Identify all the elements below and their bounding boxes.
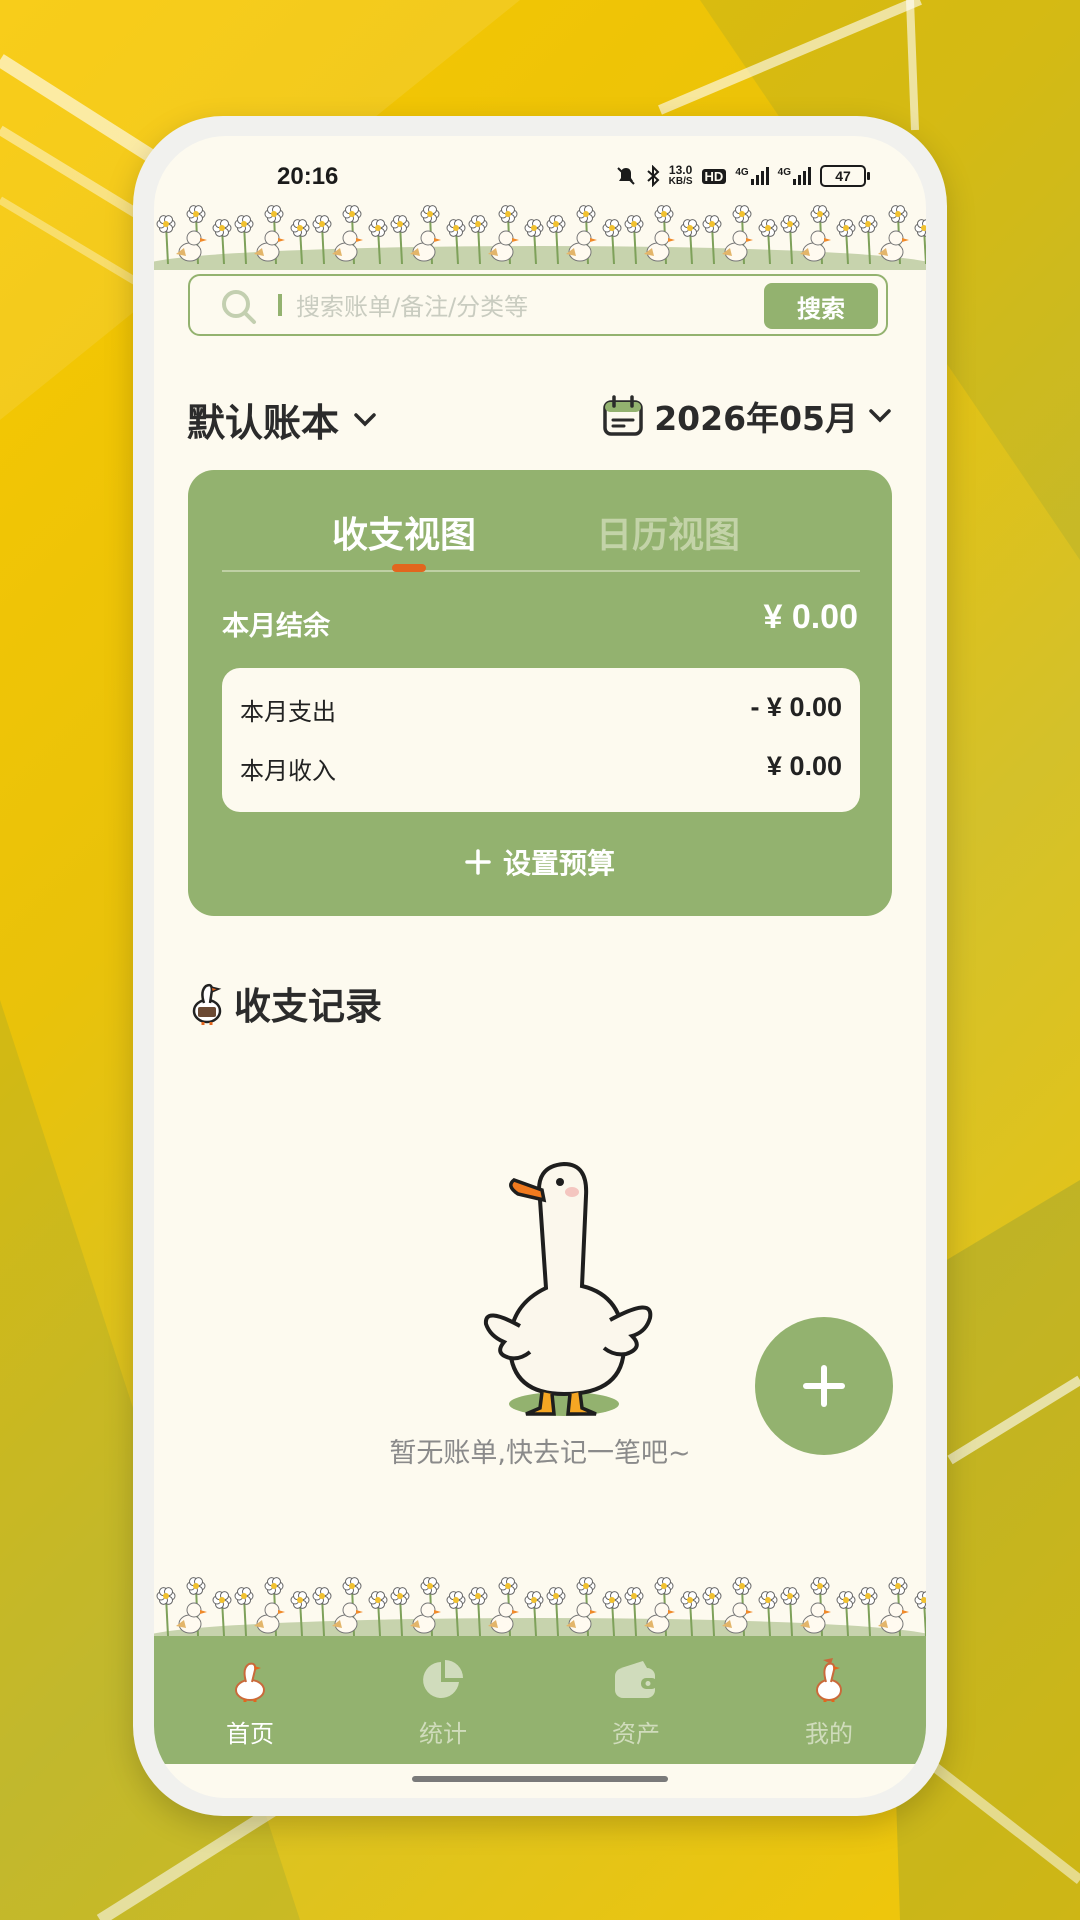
active-tab-indicator (392, 564, 426, 572)
expense-row: 本月支出 - ¥ 0.00 (240, 692, 842, 727)
nav-label-home: 首页 (226, 1720, 274, 1748)
bluetooth-icon (646, 165, 660, 187)
nav-item-stats[interactable]: 统计 (383, 1658, 503, 1749)
status-icons: 13.0 KB/S HD 4G 4G 47 (615, 163, 870, 188)
income-row: 本月收入 ¥ 0.00 (240, 751, 842, 786)
bottom-navigation: 首页 统计 资产 我的 (154, 1636, 926, 1764)
app-screen: 20:16 13.0KB/S HD 4G 4G 47 搜索 默认账 (154, 136, 926, 1798)
goose-icon (192, 983, 222, 1025)
wallet-icon (615, 1661, 657, 1698)
set-budget-label: 设置预算 (502, 847, 615, 880)
text-caret (278, 294, 282, 316)
search-icon (222, 290, 256, 324)
tab-divider (222, 570, 860, 572)
search-bar: 搜索 (188, 274, 888, 336)
flower-border-bottom (154, 1570, 926, 1642)
nav-label-stats: 统计 (419, 1720, 467, 1748)
plus-icon (465, 849, 491, 875)
records-title: 收支记录 (234, 985, 382, 1028)
summary-card: 收支视图 日历视图 本月结余 ¥ 0.00 本月支出 - ¥ 0.00 本月收入… (188, 470, 892, 916)
ledger-selector[interactable]: 默认账本 (187, 392, 377, 447)
nav-item-assets[interactable]: 资产 (576, 1658, 696, 1749)
month-label: 2026年05月 (654, 399, 858, 438)
nav-item-profile[interactable]: 我的 (769, 1658, 889, 1749)
set-budget-button[interactable]: 设置预算 (188, 842, 892, 882)
balance-label: 本月结余 (222, 611, 330, 642)
signal-4g-1-icon: 4G (735, 167, 769, 185)
phone-frame: 20:16 13.0KB/S HD 4G 4G 47 搜索 默认账 (133, 116, 947, 1816)
nav-item-home[interactable]: 首页 (190, 1658, 310, 1749)
flower-border-top (154, 198, 926, 270)
hd-badge: HD (701, 168, 727, 184)
plus-icon (803, 1365, 845, 1407)
balance-value: ¥ 0.00 (763, 598, 858, 636)
home-indicator[interactable] (412, 1776, 668, 1782)
month-selector[interactable]: 2026年05月 (602, 392, 892, 440)
chevron-down-icon (354, 412, 376, 426)
tab-income-expense-view[interactable]: 收支视图 (332, 506, 476, 558)
nav-label-profile: 我的 (805, 1720, 853, 1748)
status-time: 20:16 (277, 163, 339, 190)
records-heading: 收支记录 (190, 976, 382, 1030)
pie-chart-icon (423, 1660, 463, 1698)
chevron-down-icon (869, 409, 891, 423)
goose-home-icon (235, 1662, 265, 1702)
battery-icon: 47 (820, 165, 870, 187)
add-record-button[interactable] (755, 1317, 893, 1455)
monthly-detail-box: 本月支出 - ¥ 0.00 本月收入 ¥ 0.00 (222, 668, 860, 812)
nav-label-assets: 资产 (612, 1720, 660, 1748)
ledger-name: 默认账本 (187, 401, 340, 445)
mute-bell-icon (616, 167, 635, 185)
empty-state-goose-illustration (483, 1161, 653, 1416)
income-label: 本月收入 (240, 757, 336, 785)
network-speed: 13.0 KB/S (668, 163, 693, 187)
expense-value: - ¥ 0.00 (750, 692, 842, 722)
calendar-icon (603, 395, 643, 436)
search-button[interactable]: 搜索 (764, 283, 878, 329)
income-value: ¥ 0.00 (766, 751, 842, 781)
expense-label: 本月支出 (240, 698, 336, 726)
search-input[interactable] (294, 286, 698, 328)
tab-calendar-view[interactable]: 日历视图 (596, 506, 740, 558)
view-tabs: 收支视图 日历视图 (188, 506, 892, 556)
signal-4g-2-icon: 4G (778, 167, 811, 185)
status-bar: 20:16 13.0 KB/S HD 4G 4G 47 (154, 136, 926, 206)
goose-profile-icon (816, 1658, 842, 1702)
